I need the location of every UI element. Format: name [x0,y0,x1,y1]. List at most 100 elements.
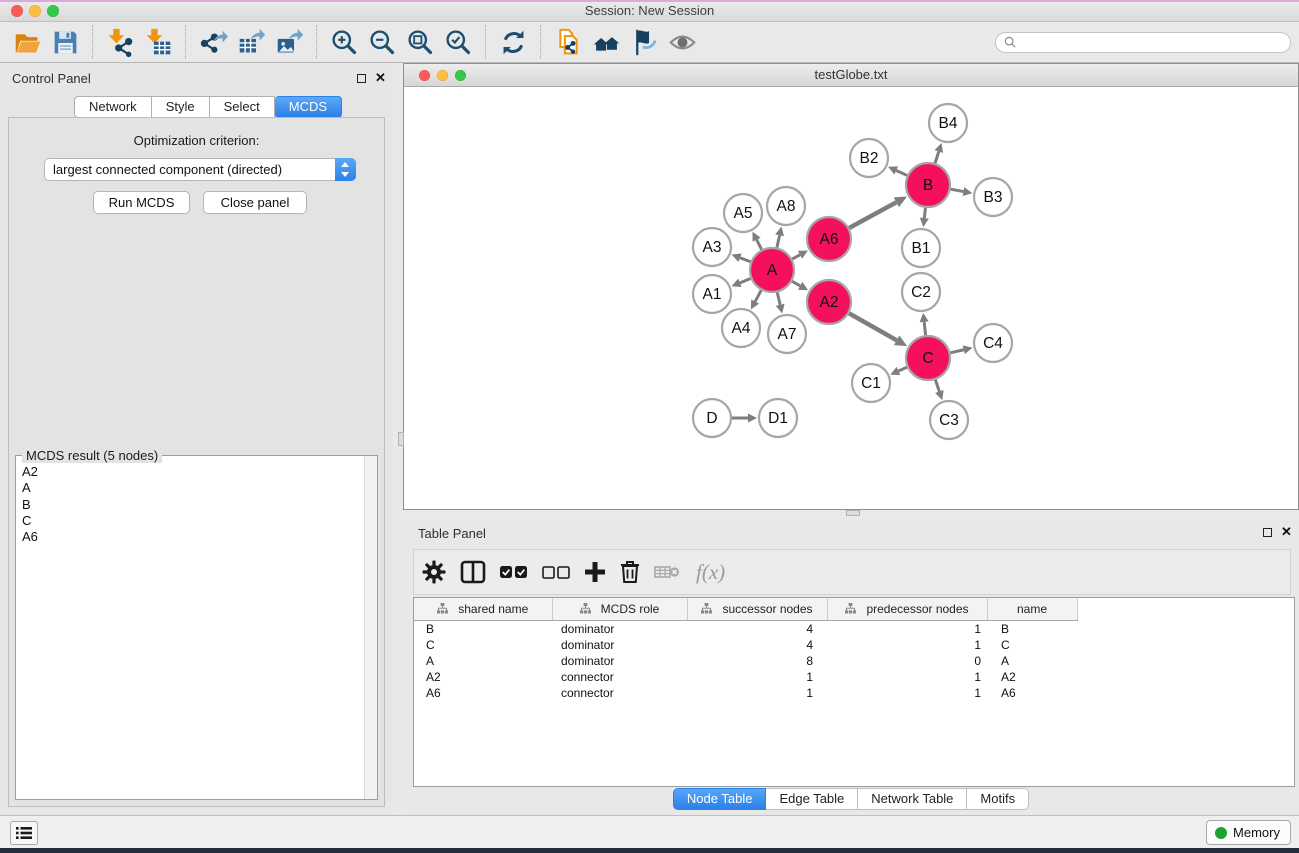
table-cell[interactable]: connector [552,669,687,685]
column-header-MCDS-role[interactable]: MCDS role [552,598,687,620]
result-scrollbar[interactable] [364,456,377,799]
result-item[interactable]: C [22,513,363,529]
table-cell[interactable]: C [987,637,1077,653]
zoom-out-button[interactable] [363,25,401,59]
deselect-all-button[interactable] [542,555,570,589]
result-item[interactable]: A6 [22,529,363,545]
zoom-fit-button[interactable] [401,25,439,59]
function-builder-button[interactable]: f(x) [694,555,725,589]
close-panel-button2[interactable]: Close panel [203,191,307,214]
graph-node-B[interactable]: B [906,163,950,207]
table-cell[interactable]: 1 [687,685,827,701]
table-cell[interactable]: 1 [687,669,827,685]
graph-node-D1[interactable]: D1 [759,399,797,437]
tab-motifs[interactable]: Motifs [967,788,1029,810]
table-cell[interactable]: 4 [687,620,827,637]
result-item[interactable]: B [22,497,363,513]
network-canvas[interactable]: B4B2BB3A5A8A6A3AB1A1A2C2A4A7C4CC1C3DD1 [404,87,1298,509]
add-column-button[interactable] [584,555,606,589]
table-cell[interactable]: A6 [414,685,552,701]
task-history-button[interactable] [10,821,38,845]
close-traffic-light[interactable] [11,5,23,17]
tab-mcds[interactable]: MCDS [275,96,342,118]
reset-view-button[interactable] [587,25,625,59]
graph-node-D[interactable]: D [693,399,731,437]
export-network-button[interactable] [194,25,232,59]
export-image-button[interactable] [270,25,308,59]
vertical-splitter-grip[interactable] [398,432,404,446]
show-graphics-details-button[interactable] [663,25,701,59]
table-cell[interactable]: 1 [827,685,987,701]
table-cell[interactable]: 0 [827,653,987,669]
tab-network[interactable]: Network [74,96,152,118]
clone-network-button[interactable] [549,25,587,59]
hide-graphics-details-button[interactable] [625,25,663,59]
table-cell[interactable]: 1 [827,637,987,653]
graph-node-A1[interactable]: A1 [693,275,731,313]
table-cell[interactable]: A2 [987,669,1077,685]
zoom-in-button[interactable] [325,25,363,59]
table-cell[interactable]: dominator [552,620,687,637]
table-cell[interactable]: connector [552,685,687,701]
graph-node-A5[interactable]: A5 [724,194,762,232]
node-table[interactable]: shared nameMCDS rolesuccessor nodesprede… [413,597,1295,787]
open-session-button[interactable] [8,25,46,59]
delete-column-button[interactable] [620,555,640,589]
tab-node-table[interactable]: Node Table [673,788,767,810]
zoom-traffic-light[interactable] [47,5,59,17]
tab-edge-table[interactable]: Edge Table [766,788,858,810]
network-zoom-traffic-light[interactable] [455,70,466,81]
result-item[interactable]: A2 [22,464,363,480]
save-session-button[interactable] [46,25,84,59]
float-panel-button[interactable] [357,74,366,83]
network-window-titlebar[interactable]: testGlobe.txt [404,64,1298,87]
close-panel-button[interactable]: ✕ [375,70,386,86]
result-item[interactable]: A [22,480,363,496]
table-float-panel-button[interactable] [1263,528,1272,537]
table-cell[interactable]: dominator [552,653,687,669]
graph-node-C1[interactable]: C1 [852,364,890,402]
table-row[interactable]: Bdominator41B [414,620,1077,637]
mcds-result-list[interactable]: A2ABCA6 [17,460,363,798]
table-cell[interactable]: dominator [552,637,687,653]
optimization-criterion-dropdown[interactable]: largest connected component (directed) [44,158,356,181]
graph-node-C3[interactable]: C3 [930,401,968,439]
graph-node-B4[interactable]: B4 [929,104,967,142]
graph-node-C[interactable]: C [906,336,950,380]
tab-style[interactable]: Style [152,96,210,118]
table-cell[interactable]: A [987,653,1077,669]
graph-node-A7[interactable]: A7 [768,315,806,353]
table-cell[interactable]: A2 [414,669,552,685]
table-cell[interactable]: B [987,620,1077,637]
table-row[interactable]: Cdominator41C [414,637,1077,653]
table-row[interactable]: A2connector11A2 [414,669,1077,685]
table-cell[interactable]: A [414,653,552,669]
refresh-button[interactable] [494,25,532,59]
delete-table-button[interactable] [654,555,680,589]
network-close-traffic-light[interactable] [419,70,430,81]
minimize-traffic-light[interactable] [29,5,41,17]
graph-node-A6[interactable]: A6 [807,217,851,261]
tab-network-table[interactable]: Network Table [858,788,967,810]
table-cell[interactable]: 1 [827,620,987,637]
search-input[interactable] [1021,35,1282,49]
table-cell[interactable]: 1 [827,669,987,685]
graph-node-B3[interactable]: B3 [974,178,1012,216]
graph-node-B1[interactable]: B1 [902,229,940,267]
graph-node-A4[interactable]: A4 [722,309,760,347]
graph-node-A3[interactable]: A3 [693,228,731,266]
graph-node-B2[interactable]: B2 [850,139,888,177]
column-header-successor-nodes[interactable]: successor nodes [687,598,827,620]
table-cell[interactable]: 8 [687,653,827,669]
table-cell[interactable]: C [414,637,552,653]
graph-node-A2[interactable]: A2 [807,280,851,324]
network-minimize-traffic-light[interactable] [437,70,448,81]
table-cell[interactable]: B [414,620,552,637]
table-cell[interactable]: 4 [687,637,827,653]
select-all-button[interactable] [500,555,528,589]
column-header-name[interactable]: name [987,598,1077,620]
graph-node-C4[interactable]: C4 [974,324,1012,362]
table-row[interactable]: Adominator80A [414,653,1077,669]
run-mcds-button[interactable]: Run MCDS [93,191,190,214]
graph-node-A8[interactable]: A8 [767,187,805,225]
